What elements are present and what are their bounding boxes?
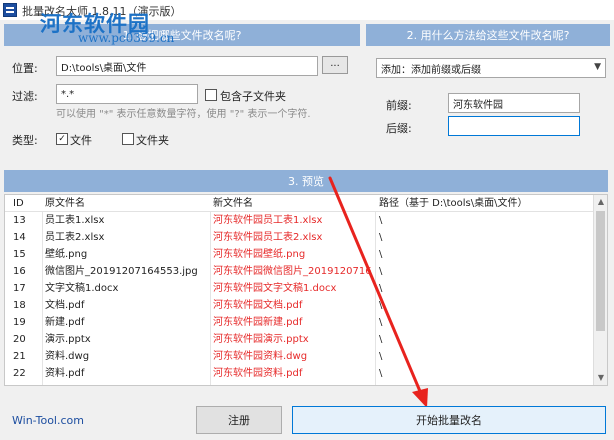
scrollbar-thumb[interactable] (596, 211, 605, 331)
prefix-input[interactable] (448, 93, 580, 113)
table-row[interactable]: 17 文字文稿1.docx 河东软件园文字文稿1.docx \ (5, 280, 607, 297)
location-label: 位置: (12, 62, 38, 75)
method-select[interactable]: 添加：添加前缀或后缀 ▼ (376, 58, 606, 78)
row-new-name: 河东软件园壁纸.png (213, 249, 306, 260)
row-id: 16 (13, 266, 26, 277)
column-new-name[interactable]: 新文件名 (213, 195, 371, 212)
row-original-name: 员工表2.xlsx (45, 232, 105, 243)
row-id: 14 (13, 232, 26, 243)
row-original-name: 微信图片_20191207164553.jpg (45, 266, 198, 277)
row-original-name: 文字文稿1.docx (45, 283, 119, 294)
file-type-checkbox[interactable]: ✓ (56, 133, 68, 145)
suffix-label: 后缀: (386, 122, 412, 135)
include-subfolders-checkbox[interactable] (205, 89, 217, 101)
row-id: 17 (13, 283, 26, 294)
row-id: 22 (13, 368, 26, 379)
table-row[interactable]: 22 资料.pdf 河东软件园资料.pdf \ (5, 365, 607, 382)
folder-type-checkbox[interactable] (122, 133, 134, 145)
row-new-name: 河东软件园文档.pdf (213, 300, 303, 311)
row-path: \ (379, 300, 383, 311)
row-original-name: 文档.pdf (45, 300, 85, 311)
row-path: \ (379, 351, 383, 362)
row-path: \ (379, 215, 383, 226)
row-id: 18 (13, 300, 26, 311)
row-new-name: 河东软件园资料.dwg (213, 351, 308, 362)
folder-type-label: 文件夹 (136, 134, 169, 147)
preview-table[interactable]: ID 原文件名 新文件名 路径（基于 D:\tools\桌面\文件） 13 员工表… (4, 194, 608, 386)
file-type-label: 文件 (70, 134, 92, 147)
scroll-up-icon[interactable]: ▲ (594, 195, 607, 209)
website-link[interactable]: Win-Tool.com (12, 414, 84, 427)
start-rename-button[interactable]: 开始批量改名 (292, 406, 606, 434)
row-original-name: 壁纸.png (45, 249, 88, 260)
row-new-name: 河东软件园演示.pptx (213, 334, 309, 345)
step2-header: 2. 用什么方法给这些文件改名呢? (366, 24, 610, 46)
include-subfolders-label: 包含子文件夹 (220, 90, 286, 103)
row-id: 15 (13, 249, 26, 260)
table-row[interactable]: 13 员工表1.xlsx 河东软件园员工表1.xlsx \ (5, 212, 607, 229)
type-label: 类型: (12, 134, 38, 147)
row-original-name: 资料.dwg (45, 351, 90, 362)
table-row[interactable]: 18 文档.pdf 河东软件园文档.pdf \ (5, 297, 607, 314)
column-path[interactable]: 路径（基于 D:\tools\桌面\文件） (379, 195, 589, 212)
table-row[interactable]: 16 微信图片_20191207164553.jpg 河东软件园微信图片_20191… (5, 263, 607, 280)
row-new-name: 河东软件园微信图片_2019120716... (213, 266, 371, 277)
method-value: 添加：添加前缀或后缀 (381, 65, 481, 76)
row-id: 20 (13, 334, 26, 345)
row-path: \ (379, 266, 383, 277)
app-icon (3, 3, 17, 17)
row-original-name: 员工表1.xlsx (45, 215, 105, 226)
row-original-name: 新建.pdf (45, 317, 85, 328)
location-input[interactable] (56, 56, 318, 76)
table-row[interactable]: 14 员工表2.xlsx 河东软件园员工表2.xlsx \ (5, 229, 607, 246)
row-new-name: 河东软件园员工表2.xlsx (213, 232, 323, 243)
row-path: \ (379, 368, 383, 379)
scroll-down-icon[interactable]: ▼ (594, 371, 607, 385)
prefix-label: 前缀: (386, 99, 412, 112)
row-path: \ (379, 232, 383, 243)
row-id: 19 (13, 317, 26, 328)
watermark-url: www.pc0359.cn (78, 31, 175, 45)
column-id[interactable]: ID (13, 195, 41, 212)
filter-label: 过滤: (12, 90, 38, 103)
row-id: 13 (13, 215, 26, 226)
row-original-name: 演示.pptx (45, 334, 91, 345)
browse-button[interactable]: ... (322, 56, 348, 74)
vertical-scrollbar[interactable]: ▲ ▼ (593, 195, 607, 385)
suffix-input[interactable] (448, 116, 580, 136)
table-row[interactable]: 19 新建.pdf 河东软件园新建.pdf \ (5, 314, 607, 331)
register-button[interactable]: 注册 (196, 406, 282, 434)
row-original-name: 资料.pdf (45, 368, 85, 379)
chevron-down-icon: ▼ (594, 62, 601, 72)
table-row[interactable]: 21 资料.dwg 河东软件园资料.dwg \ (5, 348, 607, 365)
row-path: \ (379, 317, 383, 328)
row-path: \ (379, 334, 383, 345)
column-original-name[interactable]: 原文件名 (45, 195, 209, 212)
row-new-name: 河东软件园员工表1.xlsx (213, 215, 323, 226)
preview-header: 3. 预览 (4, 170, 608, 192)
filter-input[interactable] (56, 84, 198, 104)
preview-table-header: ID 原文件名 新文件名 路径（基于 D:\tools\桌面\文件） (5, 195, 607, 212)
row-id: 21 (13, 351, 26, 362)
table-row[interactable]: 15 壁纸.png 河东软件园壁纸.png \ (5, 246, 607, 263)
row-path: \ (379, 249, 383, 260)
table-row[interactable]: 20 演示.pptx 河东软件园演示.pptx \ (5, 331, 607, 348)
row-new-name: 河东软件园新建.pdf (213, 317, 303, 328)
row-new-name: 河东软件园文字文稿1.docx (213, 283, 337, 294)
row-path: \ (379, 283, 383, 294)
row-new-name: 河东软件园资料.pdf (213, 368, 303, 379)
filter-hint: 可以使用 "*" 表示任意数量字符，使用 "?" 表示一个字符. (56, 109, 311, 120)
